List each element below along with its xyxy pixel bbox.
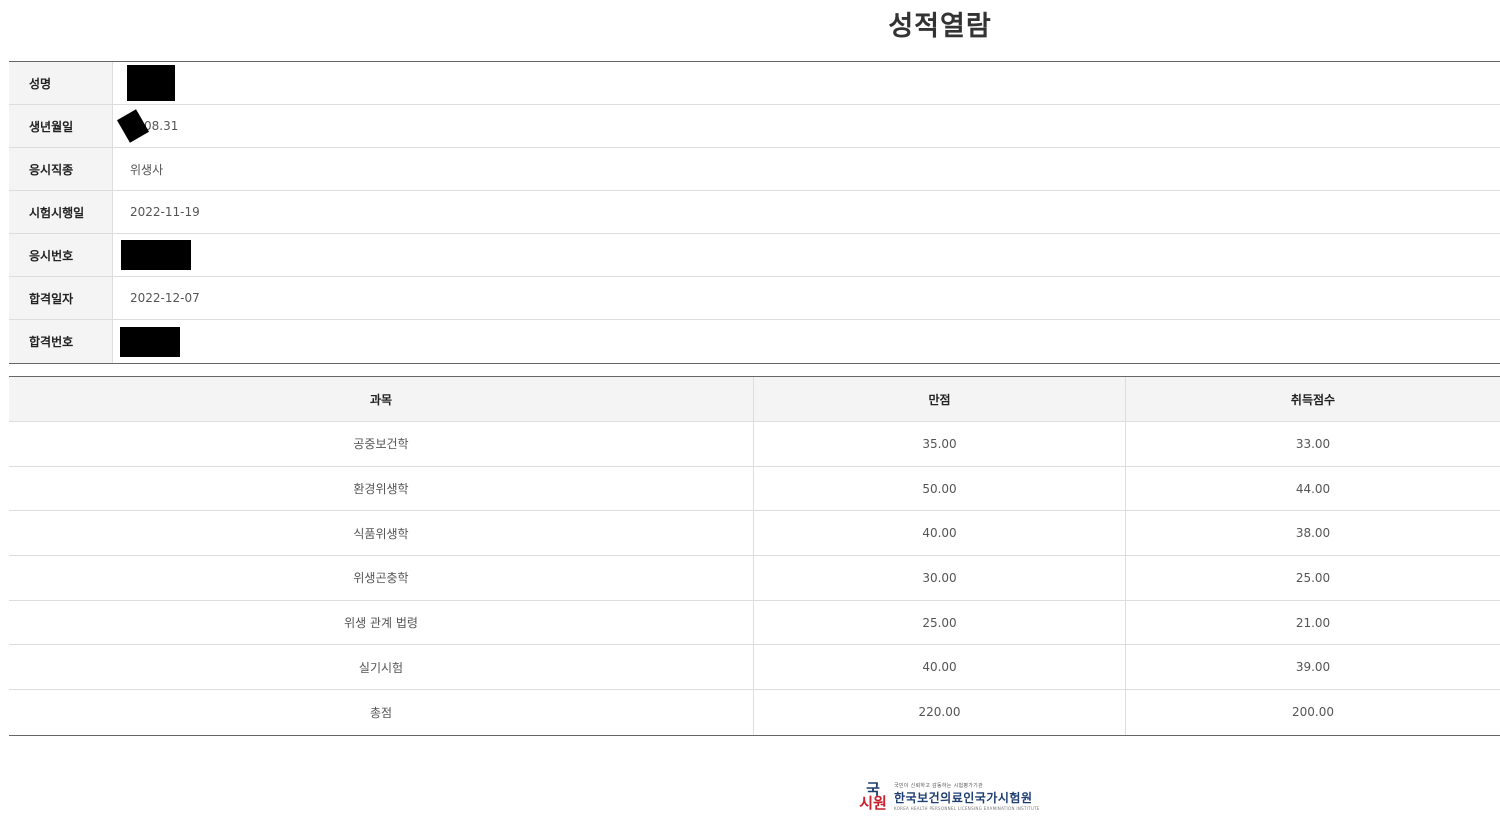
obtained-score-cell: 38.00 (1295, 526, 1331, 541)
subject-cell: 위생 관계 법령 (9, 600, 754, 645)
info-row-exam-date: 시험시행일 2022-11-19 (9, 191, 1500, 234)
subject-cell: 총점 (9, 690, 754, 735)
score-view-page: 성적열람 성명 생년월일 08.31 응시직종 위생사 시험시행일 2022-1… (0, 0, 1500, 838)
info-value (113, 62, 1500, 104)
redacted-block (120, 326, 180, 357)
info-value (113, 234, 1500, 276)
info-row-pass-number: 합격번호 (9, 320, 1500, 363)
logo-english: KOREA HEALTH PERSONNEL LICENSING EXAMINA… (894, 805, 1040, 811)
obtained-score-cell: 200.00 (1292, 705, 1334, 720)
info-label: 합격번호 (9, 320, 113, 363)
table-row-total: 총점 220.00 200.00 (9, 690, 1500, 735)
obtained-score-cell: 44.00 (1295, 481, 1331, 496)
subject-cell: 실기시험 (9, 645, 754, 690)
logo-name: 한국보건의료인국가시험원 (894, 790, 1033, 805)
table-header-row: 과목 만점 취득점수 (9, 377, 1500, 422)
info-value: 08.31 (113, 105, 1500, 147)
max-score-cell: 40.00 (754, 645, 1126, 690)
table-row: 실기시험 40.00 39.00 (9, 645, 1500, 691)
table-row: 위생 관계 법령 25.00 21.00 (9, 600, 1500, 646)
info-value: 2022-12-07 (130, 291, 200, 305)
subject-cell: 위생곤충학 (9, 556, 754, 600)
table-row: 식품위생학 40.00 38.00 (9, 511, 1500, 557)
max-score-cell: 40.00 (754, 511, 1126, 556)
obtained-score-cell: 21.00 (1295, 615, 1331, 630)
birthdate-text: 08.31 (144, 119, 179, 133)
institute-logo: 국 시원 국민이 신뢰하고 감동하는 시험평가기관 한국보건의료인국가시험원 K… (858, 780, 1040, 812)
logo-text: 국민이 신뢰하고 감동하는 시험평가기관 한국보건의료인국가시험원 KOREA … (894, 782, 1040, 811)
column-header-max-score: 만점 (754, 377, 1126, 421)
redacted-block (127, 65, 175, 101)
page-title: 성적열람 (888, 11, 992, 42)
obtained-score-cell: 33.00 (1295, 436, 1331, 451)
redacted-block (121, 240, 191, 270)
info-row-birthdate: 생년월일 08.31 (9, 105, 1500, 148)
obtained-score-cell: 39.00 (1295, 660, 1331, 675)
info-value (113, 320, 1500, 363)
subject-cell: 공중보건학 (9, 422, 754, 466)
info-label: 생년월일 (9, 105, 113, 147)
subject-cell: 환경위생학 (9, 466, 754, 511)
info-value: 2022-11-19 (130, 205, 200, 219)
table-row: 환경위생학 50.00 44.00 (9, 466, 1500, 512)
logo-tagline: 국민이 신뢰하고 감동하는 시험평가기관 (894, 782, 983, 789)
max-score-cell: 220.00 (754, 690, 1126, 735)
info-label: 합격일자 (9, 277, 113, 319)
info-label: 성명 (9, 62, 113, 104)
logo-mark-icon: 국 시원 (858, 780, 888, 812)
info-label: 응시직종 (9, 148, 113, 190)
max-score-cell: 25.00 (754, 600, 1126, 645)
table-row: 공중보건학 35.00 33.00 (9, 422, 1500, 467)
max-score-cell: 50.00 (754, 466, 1126, 511)
info-value: 위생사 (130, 162, 164, 177)
info-row-exam-number: 응시번호 (9, 234, 1500, 277)
column-header-obtained-score: 취득점수 (1290, 392, 1336, 407)
info-label: 시험시행일 (9, 191, 113, 233)
obtained-score-cell: 25.00 (1295, 570, 1331, 585)
info-row-pass-date: 합격일자 2022-12-07 (9, 277, 1500, 320)
subject-cell: 식품위생학 (9, 511, 754, 556)
column-header-subject: 과목 (9, 377, 754, 421)
table-row: 위생곤충학 30.00 25.00 (9, 556, 1500, 601)
info-row-job: 응시직종 위생사 (9, 148, 1500, 191)
score-table: 과목 만점 취득점수 공중보건학 35.00 33.00 환경위생학 50.00… (9, 376, 1500, 736)
info-label: 응시번호 (9, 234, 113, 276)
redacted-block (116, 109, 150, 143)
personal-info-table: 성명 생년월일 08.31 응시직종 위생사 시험시행일 2022-11-19 … (9, 61, 1500, 364)
logo-mark-bottom: 시원 (859, 794, 887, 812)
max-score-cell: 30.00 (754, 556, 1126, 600)
info-row-name: 성명 (9, 62, 1500, 105)
max-score-cell: 35.00 (754, 422, 1126, 466)
